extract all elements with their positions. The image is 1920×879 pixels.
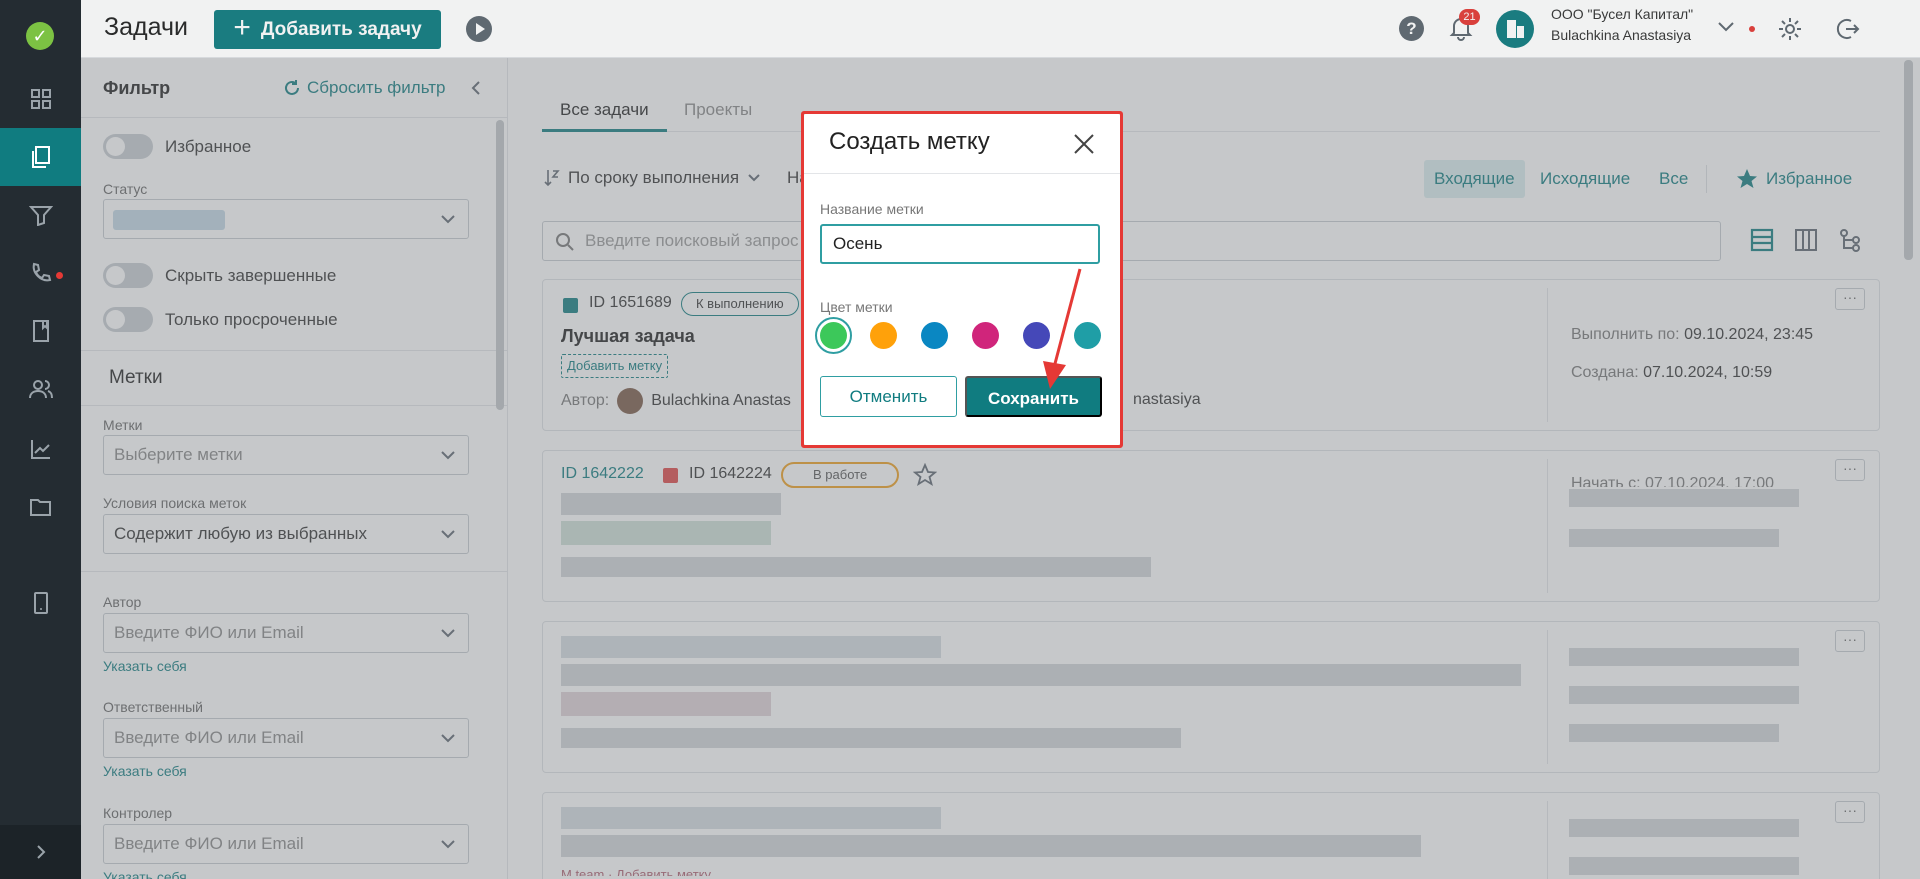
label-color-field-label: Цвет метки (820, 299, 893, 315)
color-swatch-blue[interactable] (921, 322, 948, 349)
book-icon[interactable] (0, 302, 81, 360)
phone-alert-dot (56, 272, 63, 279)
users-icon[interactable] (0, 360, 81, 418)
phone-icon[interactable] (0, 244, 81, 302)
label-name-field-label: Название метки (820, 201, 924, 217)
modal-backdrop-top (81, 0, 1920, 58)
app-logo-check-icon[interactable]: ✓ (26, 22, 54, 50)
color-swatch-green[interactable] (815, 317, 852, 354)
expand-rail-chevron-icon[interactable] (0, 825, 81, 879)
color-swatch-magenta[interactable] (972, 322, 999, 349)
label-name-input[interactable] (820, 224, 1100, 264)
funnel-icon[interactable] (0, 186, 81, 244)
mobile-device-icon[interactable] (0, 574, 81, 632)
folder-icon[interactable] (0, 478, 81, 536)
dialog-title: Создать метку (829, 128, 990, 155)
cancel-button[interactable]: Отменить (820, 376, 957, 417)
annotation-arrow-icon (1043, 268, 1082, 389)
tasks-documents-icon[interactable] (0, 128, 81, 186)
close-icon[interactable] (1072, 132, 1096, 156)
dashboard-grid-icon[interactable] (0, 70, 81, 128)
color-swatch-orange[interactable] (870, 322, 897, 349)
chart-line-icon[interactable] (0, 420, 81, 478)
dialog-header: Создать метку (804, 114, 1120, 174)
left-nav-rail: ✓ (0, 0, 81, 879)
